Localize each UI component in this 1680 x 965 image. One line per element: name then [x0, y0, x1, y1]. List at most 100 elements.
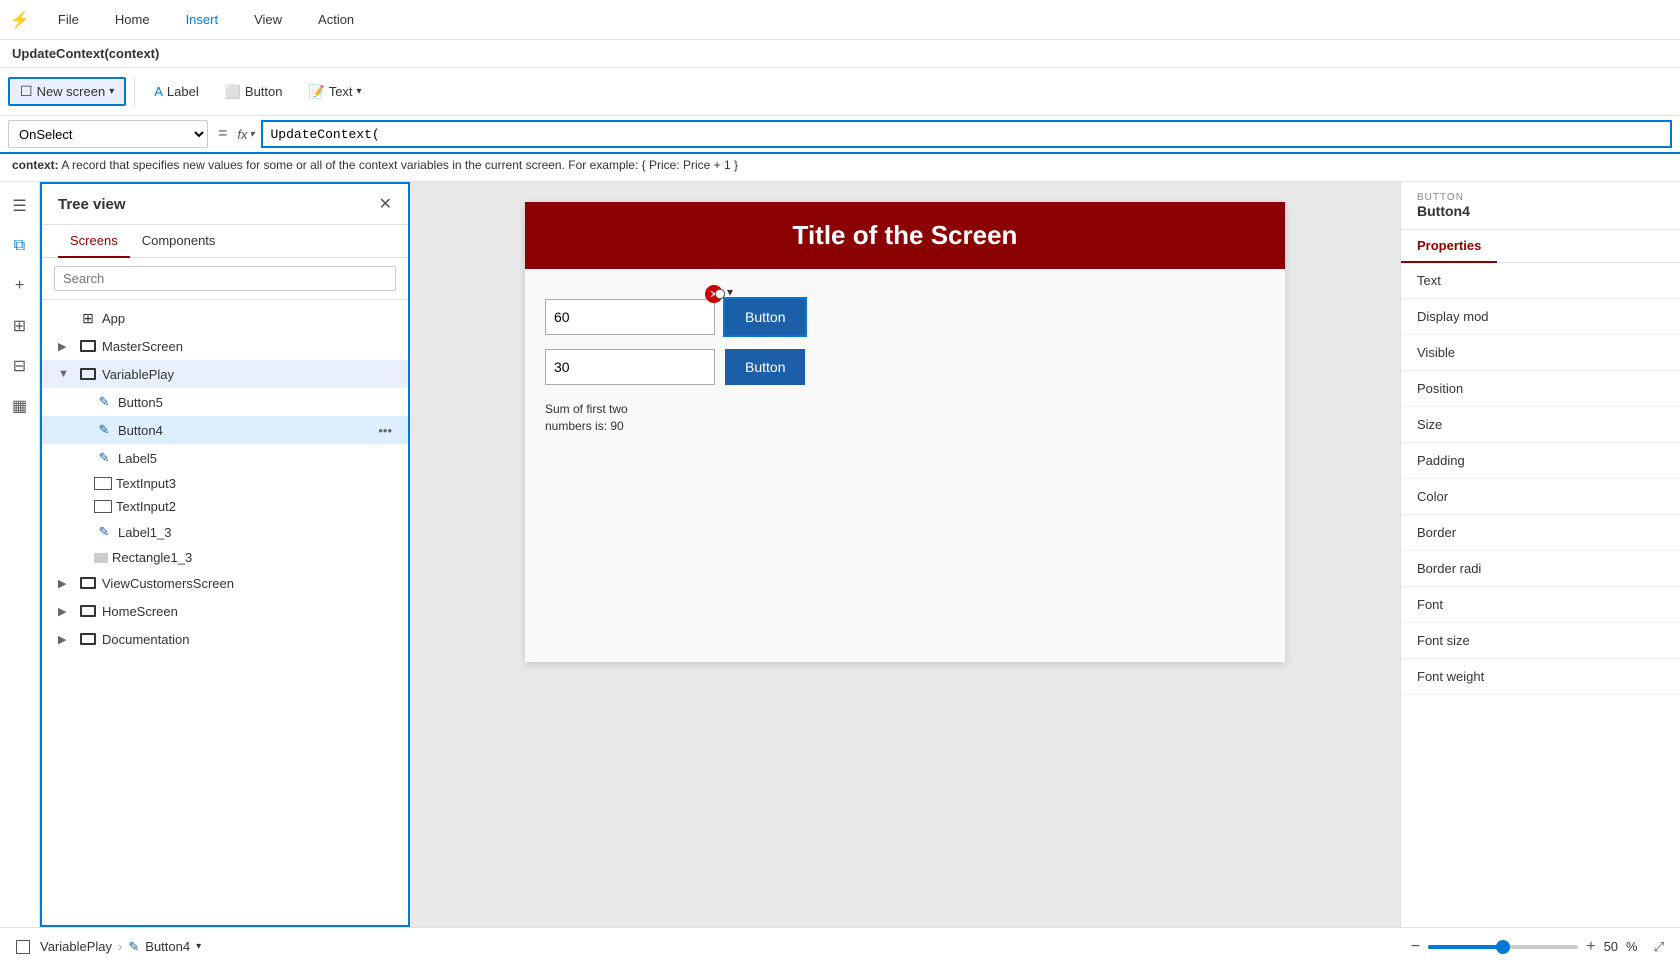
new-screen-button[interactable]: ☐ New screen ▾ — [8, 77, 126, 106]
masterscreen-label: MasterScreen — [102, 339, 392, 354]
text-button[interactable]: 📝 Text ▾ — [298, 79, 373, 105]
zoom-controls: − + 50 % ⤢ — [1411, 938, 1664, 956]
sidebar-icons: ☰ ⧉ + ⊞ ⊟ ▦ — [0, 182, 40, 927]
textinput3-label: TextInput3 — [116, 476, 392, 491]
props-item-font-weight[interactable]: Font weight — [1401, 659, 1680, 695]
documentation-icon — [78, 629, 98, 649]
label1-3-label: Label1_3 — [118, 525, 392, 540]
button5-icon: ✎ — [94, 392, 114, 412]
tree-item-textinput3[interactable]: TextInput3 — [42, 472, 408, 495]
chevron-documentation: ▶ — [58, 633, 74, 646]
canvas-input-1[interactable] — [545, 299, 715, 335]
button-icon: ⬜ — [225, 84, 241, 100]
add-button[interactable]: + — [4, 270, 36, 302]
canvas-input-2[interactable] — [545, 349, 715, 385]
tab-screens[interactable]: Screens — [58, 225, 130, 258]
props-element-name: Button4 — [1417, 203, 1664, 219]
expand-icon[interactable]: ⤢ — [1654, 939, 1664, 955]
hamburger-icon: ☰ — [12, 196, 26, 216]
masterscreen-icon — [78, 336, 98, 356]
app-logo: ⚡ — [10, 10, 30, 30]
data-button[interactable]: ⊟ — [4, 350, 36, 382]
fx-chevron-icon: ▾ — [249, 129, 254, 140]
hamburger-button[interactable]: ☰ — [4, 190, 36, 222]
menu-home[interactable]: Home — [107, 8, 158, 31]
tree-item-viewcustomers[interactable]: ▶ ViewCustomersScreen — [42, 569, 408, 597]
components-button[interactable]: ⊞ — [4, 310, 36, 342]
layers-button[interactable]: ⧉ — [4, 230, 36, 262]
label-icon: A — [154, 84, 163, 99]
homescreen-icon — [78, 601, 98, 621]
props-item-padding[interactable]: Padding — [1401, 443, 1680, 479]
props-item-border[interactable]: Border — [1401, 515, 1680, 551]
formula-input[interactable] — [261, 120, 1673, 148]
zoom-unit: % — [1626, 939, 1638, 954]
menu-bar: ⚡ File Home Insert View Action — [0, 0, 1680, 40]
chevron-homescreen: ▶ — [58, 605, 74, 618]
zoom-slider[interactable] — [1428, 945, 1578, 949]
props-body: Text Display mod Visible Position Size P… — [1401, 263, 1680, 927]
canvas-row-2: Button — [545, 349, 1265, 385]
element-icon: ✎ — [128, 939, 139, 955]
props-item-position[interactable]: Position — [1401, 371, 1680, 407]
zoom-minus-button[interactable]: − — [1411, 938, 1420, 956]
text-icon: 📝 — [309, 84, 325, 100]
zoom-value: 50 — [1604, 939, 1618, 954]
props-item-font-size[interactable]: Font size — [1401, 623, 1680, 659]
zoom-plus-button[interactable]: + — [1586, 938, 1595, 956]
breadcrumb-screen[interactable]: VariablePlay — [40, 939, 112, 954]
props-item-text[interactable]: Text — [1401, 263, 1680, 299]
textinput3-icon — [94, 477, 112, 490]
dropdown-handle[interactable]: ▾ — [727, 285, 733, 299]
tab-properties[interactable]: Properties — [1401, 230, 1497, 263]
props-item-visible[interactable]: Visible — [1401, 335, 1680, 371]
breadcrumb-element[interactable]: Button4 — [145, 939, 190, 954]
tree-item-documentation[interactable]: ▶ Documentation — [42, 625, 408, 653]
more-button4[interactable]: ••• — [378, 423, 392, 438]
app-icon: ⊞ — [78, 308, 98, 328]
property-select[interactable]: OnSelect — [8, 120, 208, 148]
tree-item-label1-3[interactable]: ✎ Label1_3 — [42, 518, 408, 546]
tree-tabs: Screens Components — [42, 225, 408, 258]
button-button[interactable]: ⬜ Button — [214, 79, 294, 105]
menu-action[interactable]: Action — [310, 8, 362, 31]
tree-item-button5[interactable]: ✎ Button5 — [42, 388, 408, 416]
canvas-button-1[interactable]: Button — [725, 299, 805, 335]
menu-view[interactable]: View — [246, 8, 290, 31]
tree-item-variableplay[interactable]: ▼ VariablePlay — [42, 360, 408, 388]
props-item-display-mode[interactable]: Display mod — [1401, 299, 1680, 335]
breadcrumb-chevron: ▾ — [196, 941, 201, 952]
tooltip-bar: context: A record that specifies new val… — [0, 154, 1680, 182]
menu-file[interactable]: File — [50, 8, 87, 31]
fx-button[interactable]: fx ▾ — [237, 127, 254, 142]
tab-components[interactable]: Components — [130, 225, 228, 258]
label1-3-icon: ✎ — [94, 522, 114, 542]
tree-item-homescreen[interactable]: ▶ HomeScreen — [42, 597, 408, 625]
canvas-button-2[interactable]: Button — [725, 349, 805, 385]
canvas-frame: Title of the Screen ✕ ▾ Button — [525, 202, 1285, 662]
tooltip-param: context: — [12, 158, 59, 172]
tree-panel: Tree view ✕ Screens Components ⊞ App ▶ M… — [40, 182, 410, 927]
props-item-size[interactable]: Size — [1401, 407, 1680, 443]
props-item-font[interactable]: Font — [1401, 587, 1680, 623]
tree-item-rectangle1-3[interactable]: Rectangle1_3 — [42, 546, 408, 569]
props-item-color[interactable]: Color — [1401, 479, 1680, 515]
tree-item-label5[interactable]: ✎ Label5 — [42, 444, 408, 472]
formula-bar: OnSelect = fx ▾ — [0, 116, 1680, 154]
label-button[interactable]: A Label — [143, 79, 209, 104]
tree-item-textinput2[interactable]: TextInput2 — [42, 495, 408, 518]
media-button[interactable]: ▦ — [4, 390, 36, 422]
tree-item-masterscreen[interactable]: ▶ MasterScreen — [42, 332, 408, 360]
tree-item-button4[interactable]: ✎ Button4 ••• — [42, 416, 408, 444]
textinput2-icon — [94, 500, 112, 513]
tree-item-app[interactable]: ⊞ App — [42, 304, 408, 332]
delete-handle[interactable]: ✕ — [705, 285, 723, 303]
tree-body: ⊞ App ▶ MasterScreen ▼ VariablePlay ✎ Bu… — [42, 300, 408, 925]
screen-checkbox[interactable] — [16, 940, 30, 954]
separator-1 — [134, 78, 135, 106]
menu-insert[interactable]: Insert — [178, 8, 227, 31]
search-input[interactable] — [54, 266, 396, 291]
props-item-border-radius[interactable]: Border radi — [1401, 551, 1680, 587]
tree-header: Tree view ✕ — [42, 184, 408, 225]
close-button[interactable]: ✕ — [379, 194, 392, 214]
